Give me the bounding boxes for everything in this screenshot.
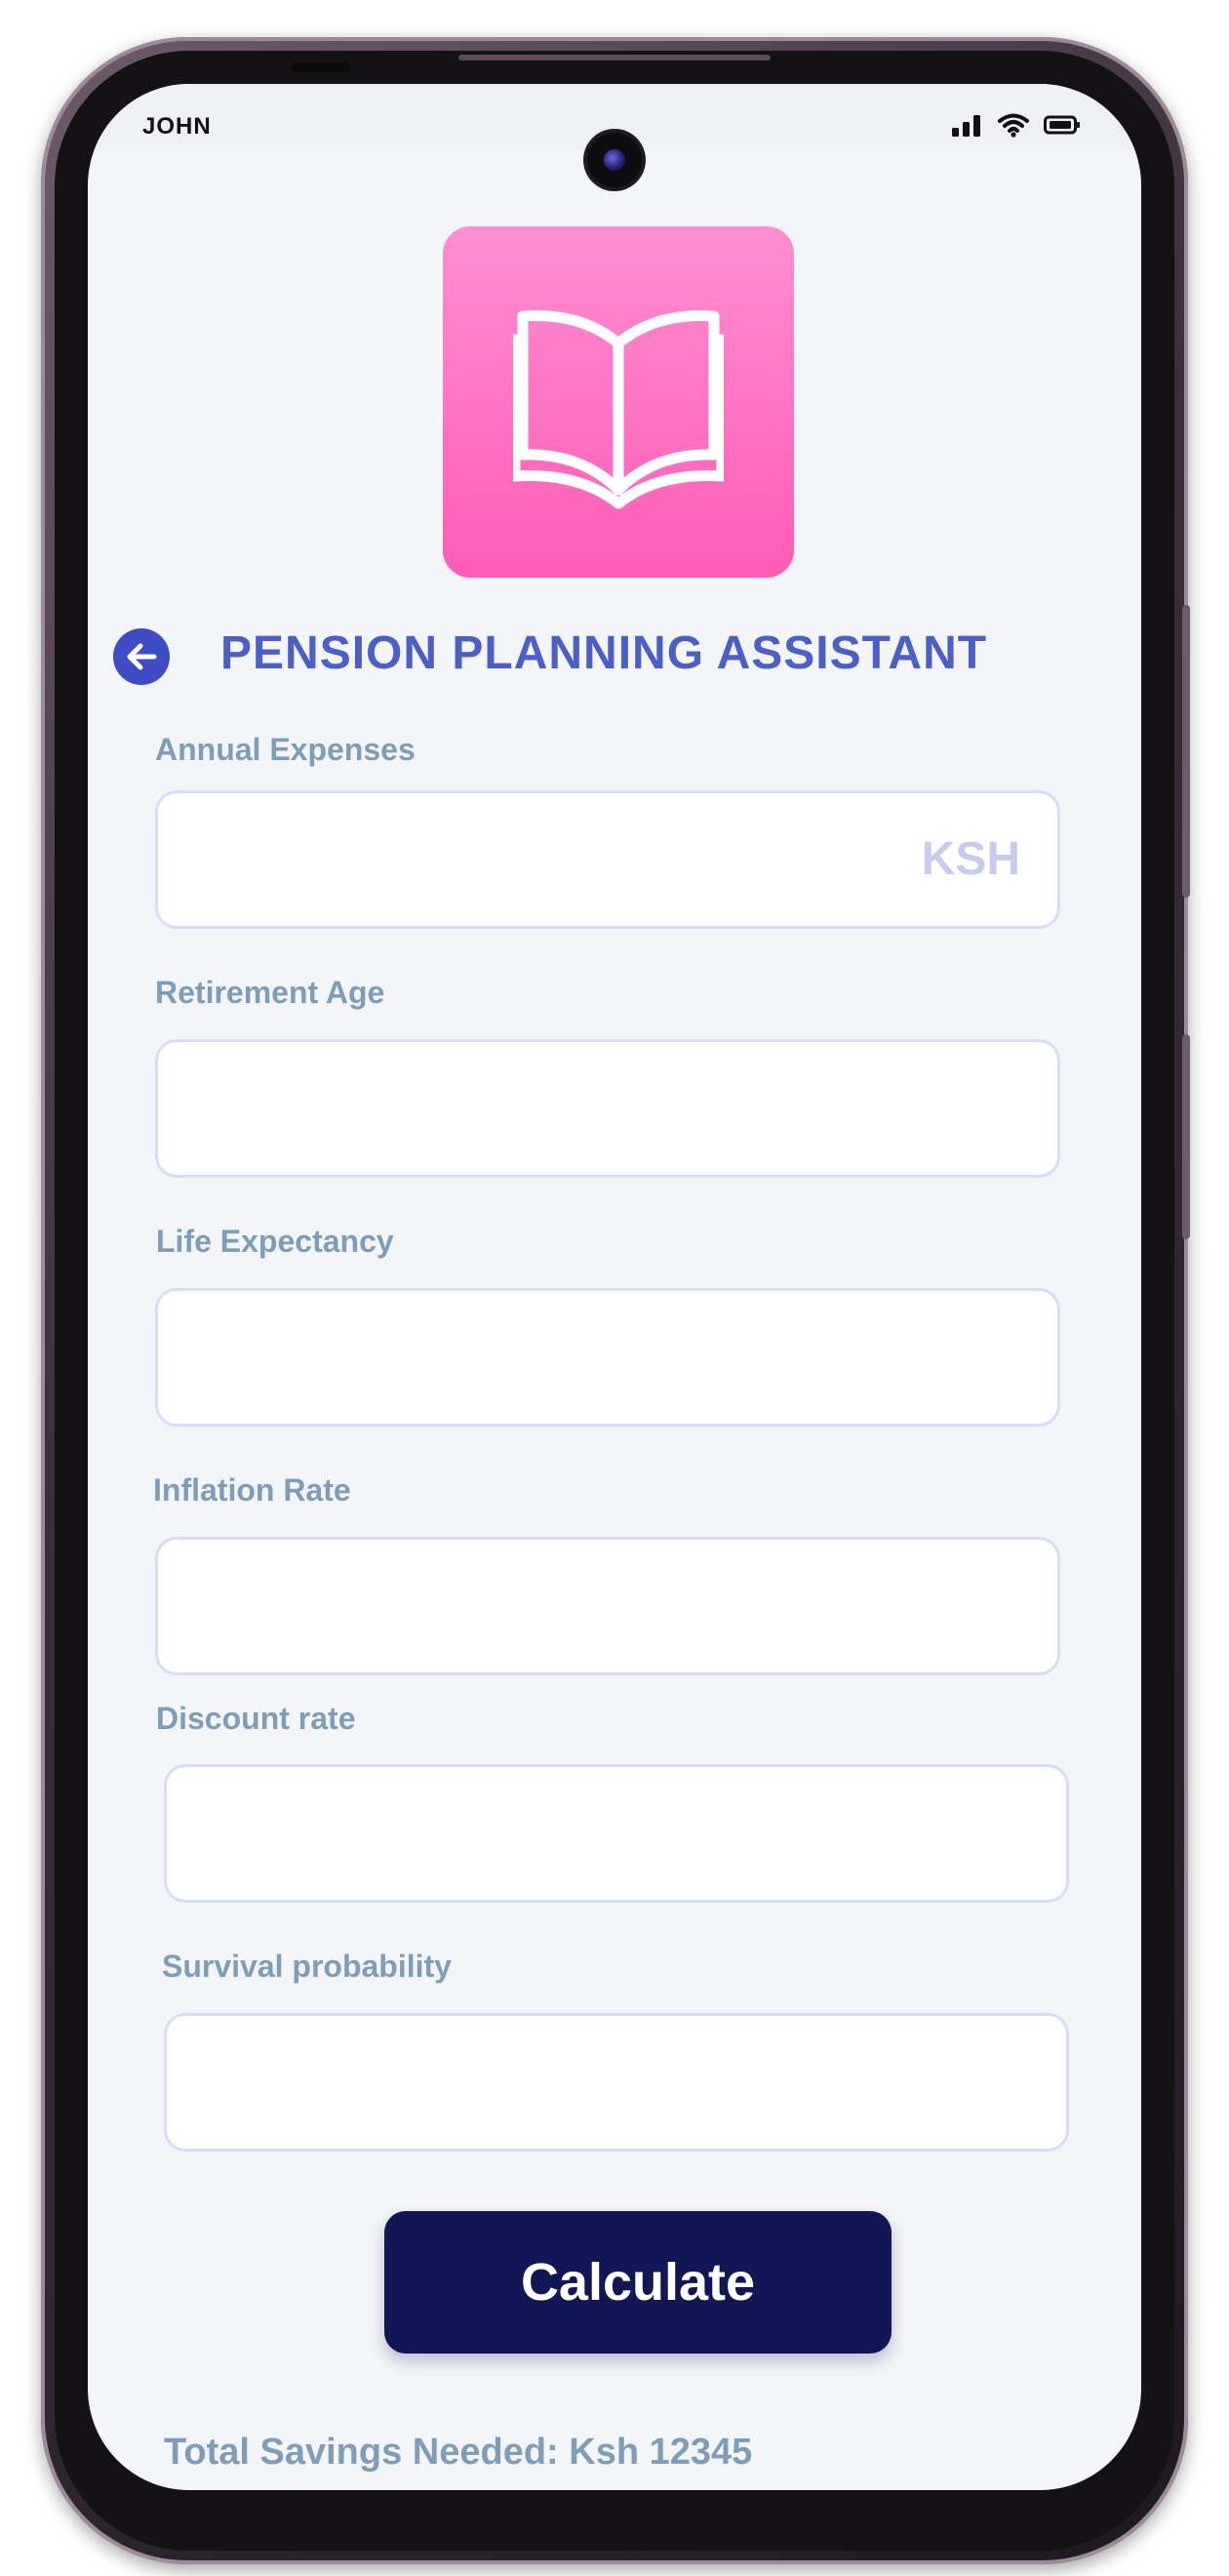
- signal-icon: [950, 112, 983, 142]
- annual-expenses-field[interactable]: KSH: [155, 790, 1060, 929]
- life-expectancy-label: Life Expectancy: [156, 1224, 394, 1259]
- total-savings-result: Total Savings Needed: Ksh 12345: [164, 2432, 753, 2473]
- app-screen: JOHN PENSION PLANNING ASSISTANT Annual E…: [88, 84, 1141, 2490]
- app-logo: [443, 226, 794, 578]
- discount-rate-input[interactable]: [190, 1767, 916, 1902]
- wifi-icon: [997, 111, 1030, 143]
- page-title: PENSION PLANNING ASSISTANT: [220, 627, 988, 679]
- phone-side-button: [1182, 1034, 1190, 1239]
- survival-probability-input[interactable]: [190, 2016, 916, 2151]
- life-expectancy-input[interactable]: [181, 1291, 907, 1426]
- discount-rate-field[interactable]: [164, 1764, 1069, 1903]
- annual-expenses-input[interactable]: [181, 793, 907, 928]
- open-book-icon: [513, 310, 724, 509]
- survival-probability-label: Survival probability: [162, 1949, 452, 1984]
- inflation-rate-input[interactable]: [181, 1540, 907, 1674]
- phone-speaker: [291, 62, 351, 72]
- currency-suffix: KSH: [921, 833, 1020, 885]
- retirement-age-field[interactable]: [155, 1039, 1060, 1178]
- front-camera: [587, 133, 642, 187]
- phone-side-button: [1182, 605, 1190, 898]
- phone-top-slot: [458, 55, 771, 60]
- status-carrier: JOHN: [142, 113, 212, 140]
- retirement-age-label: Retirement Age: [155, 975, 385, 1010]
- battery-icon: [1044, 114, 1081, 141]
- inflation-rate-field[interactable]: [155, 1537, 1060, 1675]
- annual-expenses-label: Annual Expenses: [155, 732, 416, 767]
- survival-probability-field[interactable]: [164, 2013, 1069, 2152]
- discount-rate-label: Discount rate: [156, 1701, 356, 1736]
- life-expectancy-field[interactable]: [155, 1288, 1060, 1427]
- status-icons: [950, 111, 1081, 143]
- arrow-left-icon: [127, 643, 157, 670]
- calculate-button[interactable]: Calculate: [384, 2211, 892, 2354]
- inflation-rate-label: Inflation Rate: [153, 1472, 351, 1508]
- retirement-age-input[interactable]: [181, 1042, 907, 1177]
- back-button[interactable]: [113, 628, 170, 685]
